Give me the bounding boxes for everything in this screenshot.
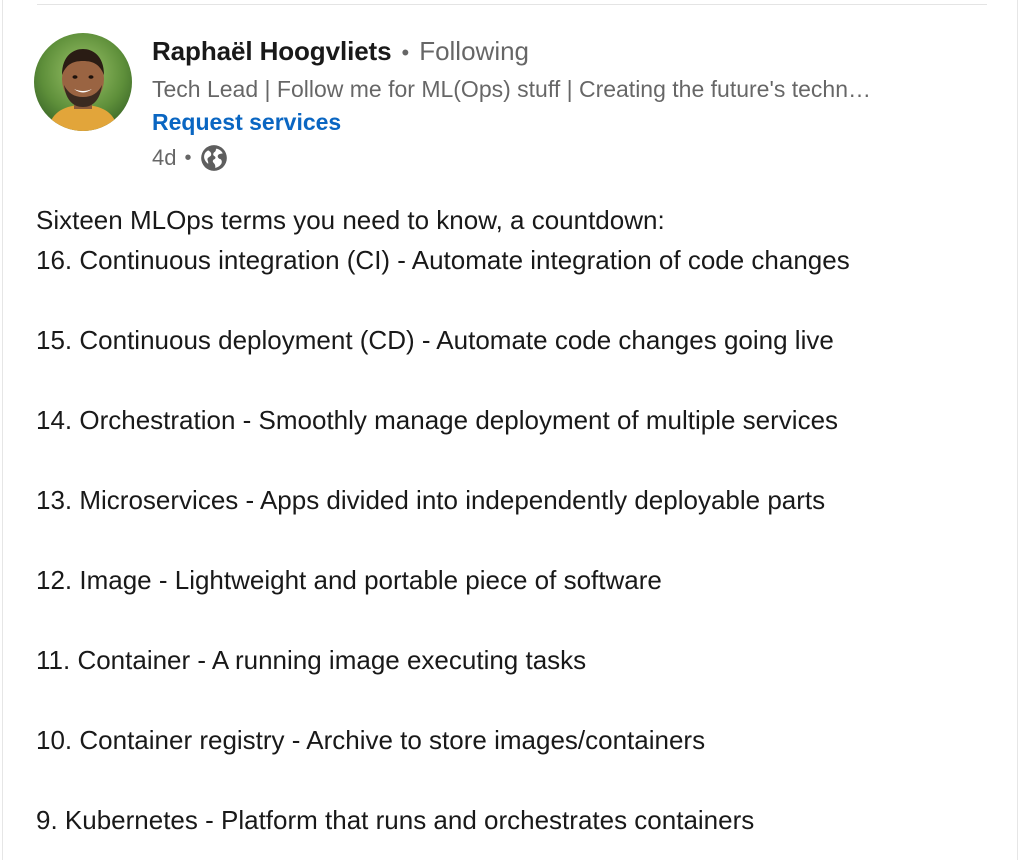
post-body: Sixteen MLOps terms you need to know, a …	[36, 200, 996, 840]
list-item: 10. Container registry - Archive to stor…	[36, 725, 706, 755]
post-meta: 4d •	[152, 141, 972, 175]
globe-icon	[200, 144, 228, 172]
author-info: Raphaël Hoogvliets • Following Tech Lead…	[152, 36, 972, 175]
avatar-photo-icon	[34, 33, 132, 131]
name-separator: •	[401, 40, 410, 65]
list-item: 12. Image - Lightweight and portable pie…	[36, 565, 662, 595]
author-avatar[interactable]	[34, 33, 132, 131]
list-item: 13. Microservices - Apps divided into in…	[36, 485, 826, 515]
request-services-link[interactable]: Request services	[152, 106, 341, 138]
list-item: 11. Container - A running image executin…	[36, 645, 587, 675]
post-age: 4d	[152, 145, 177, 170]
list-item: 9. Kubernetes - Platform that runs and o…	[36, 805, 755, 835]
list-item: 14. Orchestration - Smoothly manage depl…	[36, 405, 839, 435]
author-headline: Tech Lead | Follow me for ML(Ops) stuff …	[152, 76, 872, 102]
top-divider	[37, 4, 987, 5]
author-name-row: Raphaël Hoogvliets • Following	[152, 36, 972, 70]
post-intro: Sixteen MLOps terms you need to know, a …	[36, 205, 665, 235]
list-item: 16. Continuous integration (CI) - Automa…	[36, 245, 850, 275]
age-separator: •	[184, 146, 192, 169]
follow-status: Following	[419, 36, 530, 66]
author-name[interactable]: Raphaël Hoogvliets	[152, 36, 392, 67]
list-item: 15. Continuous deployment (CD) - Automat…	[36, 325, 834, 355]
